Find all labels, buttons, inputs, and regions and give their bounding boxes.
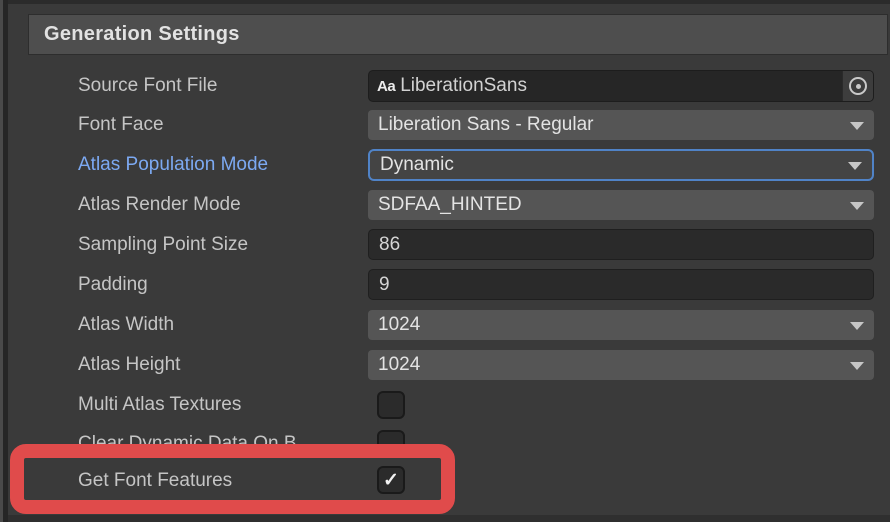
object-field-value: LiberationSans <box>400 75 527 97</box>
field-label: Atlas Width <box>78 310 174 340</box>
atlas-population-mode-dropdown[interactable]: Dynamic <box>368 149 874 181</box>
row-atlas-render-mode: Atlas Render Mode SDFAA_HINTED <box>0 190 890 220</box>
row-atlas-width: Atlas Width 1024 <box>0 310 890 340</box>
dropdown-arrow-icon <box>850 322 864 330</box>
generation-settings-header[interactable]: Generation Settings <box>28 14 888 55</box>
field-label: Atlas Render Mode <box>78 190 241 220</box>
row-get-font-features: Get Font Features ✓ <box>0 466 890 495</box>
dropdown-value: Liberation Sans - Regular <box>378 114 593 136</box>
row-atlas-height: Atlas Height 1024 <box>0 350 890 380</box>
dropdown-arrow-icon <box>850 202 864 210</box>
get-font-features-checkbox[interactable]: ✓ <box>377 466 405 494</box>
sampling-point-size-input[interactable]: 86 <box>368 229 874 260</box>
dropdown-value: 1024 <box>378 314 420 336</box>
row-atlas-population-mode: Atlas Population Mode Dynamic <box>0 149 890 181</box>
field-label: Clear Dynamic Data On B <box>78 430 297 458</box>
multi-atlas-textures-checkbox[interactable] <box>377 391 405 419</box>
row-multi-atlas-textures: Multi Atlas Textures <box>0 391 890 419</box>
font-face-dropdown[interactable]: Liberation Sans - Regular <box>368 110 874 140</box>
field-label: Get Font Features <box>78 466 232 495</box>
dropdown-value: SDFAA_HINTED <box>378 194 522 216</box>
row-sampling-point-size: Sampling Point Size 86 <box>0 229 890 260</box>
atlas-render-mode-dropdown[interactable]: SDFAA_HINTED <box>368 190 874 220</box>
object-field-content: Aa LiberationSans <box>369 71 842 101</box>
dropdown-arrow-icon <box>848 162 862 170</box>
field-label: Multi Atlas Textures <box>78 391 241 419</box>
dropdown-arrow-icon <box>850 362 864 370</box>
object-picker-icon <box>849 77 867 95</box>
row-font-face: Font Face Liberation Sans - Regular <box>0 110 890 140</box>
dropdown-value: 1024 <box>378 354 420 376</box>
bottom-divider <box>8 515 890 522</box>
field-label: Atlas Population Mode <box>78 149 268 181</box>
field-label: Font Face <box>78 110 164 140</box>
clear-dynamic-data-checkbox[interactable] <box>377 430 405 458</box>
top-divider <box>8 0 890 4</box>
row-clear-dynamic-data: Clear Dynamic Data On B <box>0 430 890 458</box>
source-font-file-object-field[interactable]: Aa LiberationSans <box>368 70 874 102</box>
field-label: Atlas Height <box>78 350 180 380</box>
row-padding: Padding 9 <box>0 269 890 300</box>
atlas-width-dropdown[interactable]: 1024 <box>368 310 874 340</box>
dropdown-value: Dynamic <box>380 154 454 176</box>
field-label: Sampling Point Size <box>78 229 248 260</box>
object-picker-button[interactable] <box>842 71 873 101</box>
field-label: Source Font File <box>78 70 217 102</box>
section-title: Generation Settings <box>44 23 240 46</box>
padding-input[interactable]: 9 <box>368 269 874 300</box>
field-label: Padding <box>78 269 148 300</box>
dropdown-arrow-icon <box>850 122 864 130</box>
atlas-height-dropdown[interactable]: 1024 <box>368 350 874 380</box>
font-asset-icon: Aa <box>377 78 395 95</box>
row-source-font-file: Source Font File Aa LiberationSans <box>0 70 890 102</box>
checkmark-icon: ✓ <box>383 471 399 490</box>
